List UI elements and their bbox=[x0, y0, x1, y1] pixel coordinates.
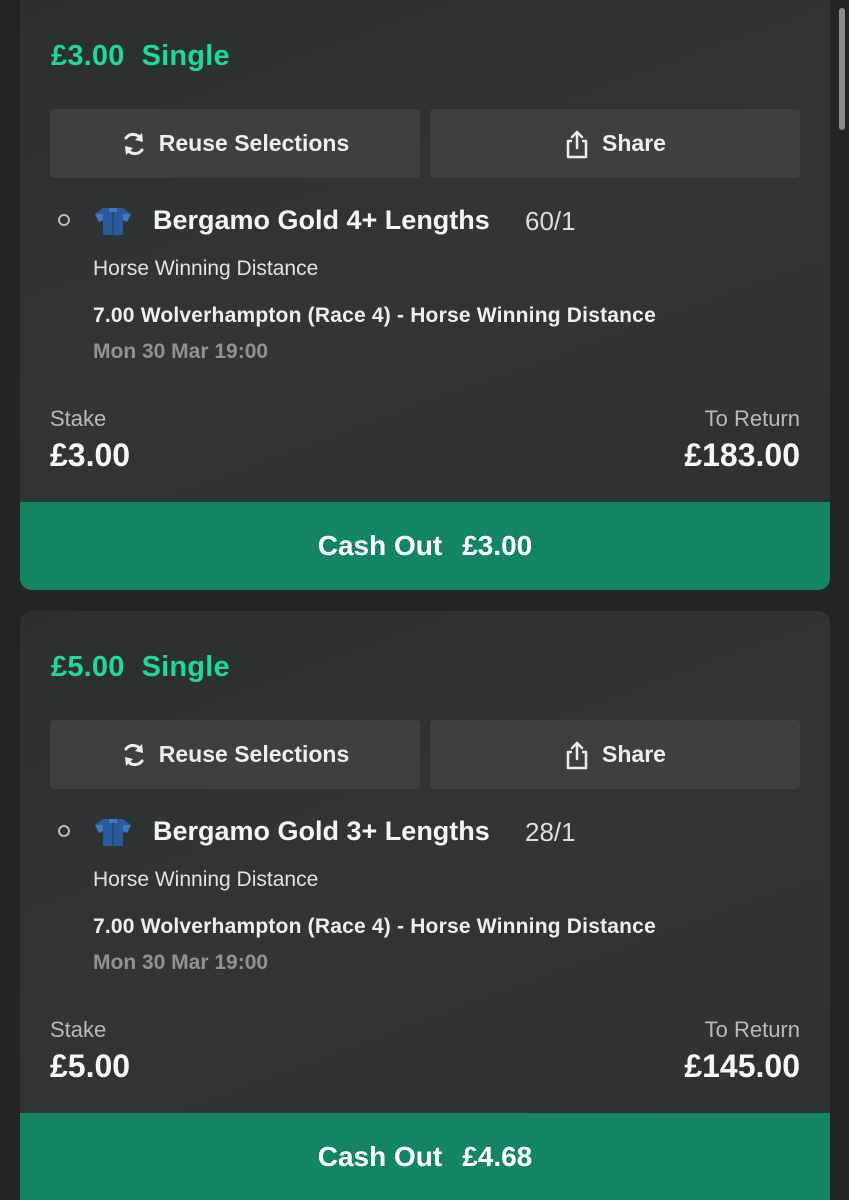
cash-out-label: Cash Out bbox=[317, 1141, 443, 1172]
to-return-value: £183.00 bbox=[684, 437, 800, 473]
cash-out-button[interactable]: Cash Out £3.00 bbox=[20, 502, 830, 590]
reuse-selections-button[interactable]: Reuse Selections bbox=[50, 720, 420, 789]
cash-out-value: £3.00 bbox=[462, 530, 533, 561]
to-return-value: £145.00 bbox=[684, 1048, 800, 1084]
stake-label: Stake bbox=[50, 406, 107, 431]
event-time: Mon 30 Mar 19:00 bbox=[93, 951, 269, 974]
selection-odds: 60/1 bbox=[525, 206, 576, 236]
bet-header: £3.00 Single bbox=[51, 40, 230, 73]
scrollbar[interactable] bbox=[839, 8, 845, 130]
jockey-silk-icon bbox=[93, 206, 133, 236]
selection-status-icon bbox=[58, 825, 70, 837]
stake-value: £3.00 bbox=[50, 437, 131, 473]
reuse-selections-label: Reuse Selections bbox=[158, 130, 350, 156]
cash-out-label: Cash Out bbox=[317, 530, 443, 561]
stake-value: £5.00 bbox=[50, 1048, 131, 1084]
bet-header: £5.00 Single bbox=[51, 651, 230, 684]
share-icon bbox=[564, 740, 590, 770]
cash-out-value: £4.68 bbox=[462, 1141, 533, 1172]
selection-name: Bergamo Gold 4+ Lengths bbox=[153, 205, 490, 235]
open-bets-page: £3.00 Single Reuse Selections Share Berg… bbox=[0, 0, 849, 1200]
stake-label: Stake bbox=[50, 1017, 107, 1042]
refresh-icon bbox=[121, 740, 147, 770]
market-name: Horse Winning Distance bbox=[93, 257, 319, 280]
bet-type: Single bbox=[141, 651, 230, 683]
share-label: Share bbox=[602, 130, 666, 156]
bet-stake-header: £5.00 bbox=[51, 651, 125, 683]
selection-status-icon bbox=[58, 214, 70, 226]
event-name: 7.00 Wolverhampton (Race 4) - Horse Winn… bbox=[93, 304, 656, 327]
to-return-label: To Return bbox=[704, 1017, 800, 1042]
share-button[interactable]: Share bbox=[430, 109, 800, 178]
cash-out-button[interactable]: Cash Out £4.68 bbox=[20, 1113, 830, 1200]
share-icon bbox=[564, 129, 590, 159]
bet-type: Single bbox=[141, 40, 230, 72]
selection-name: Bergamo Gold 3+ Lengths bbox=[153, 816, 490, 846]
reuse-selections-label: Reuse Selections bbox=[158, 741, 350, 767]
bet-card: £5.00 Single Reuse Selections Share Berg… bbox=[20, 611, 830, 1200]
share-label: Share bbox=[602, 741, 666, 767]
event-time: Mon 30 Mar 19:00 bbox=[93, 340, 269, 363]
jockey-silk-icon bbox=[93, 817, 133, 847]
market-name: Horse Winning Distance bbox=[93, 868, 319, 891]
reuse-selections-button[interactable]: Reuse Selections bbox=[50, 109, 420, 178]
bet-stake-header: £3.00 bbox=[51, 40, 125, 72]
share-button[interactable]: Share bbox=[430, 720, 800, 789]
refresh-icon bbox=[121, 129, 147, 159]
to-return-label: To Return bbox=[704, 406, 800, 431]
selection-odds: 28/1 bbox=[525, 817, 576, 847]
bet-card: £3.00 Single Reuse Selections Share Berg… bbox=[20, 0, 830, 590]
event-name: 7.00 Wolverhampton (Race 4) - Horse Winn… bbox=[93, 915, 656, 938]
